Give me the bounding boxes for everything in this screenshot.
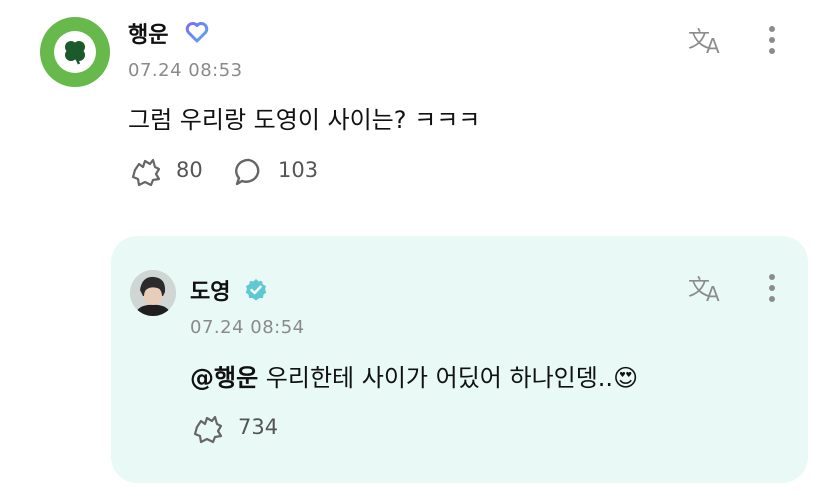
author-name[interactable]: 도영 <box>190 274 230 306</box>
comment-icon[interactable] <box>232 155 266 189</box>
like-icon[interactable] <box>190 412 226 446</box>
like-count: 80 <box>176 158 203 182</box>
translate-icon[interactable]: 文 A <box>684 270 728 306</box>
translate-icon[interactable]: 文 A <box>684 22 728 58</box>
post-text: 그럼 우리랑 도영이 사이는? ㅋㅋㅋ <box>128 106 481 134</box>
author-name[interactable]: 행운 <box>128 17 168 49</box>
timestamp: 07.24 08:53 <box>128 60 243 81</box>
comment-count: 103 <box>278 158 319 182</box>
more-options-icon[interactable] <box>762 270 782 306</box>
verified-check-icon <box>244 278 268 306</box>
reply-text: @행운 우리한테 사이가 어딨어 하나인뎅..😍 <box>190 358 638 393</box>
svg-text:A: A <box>706 282 720 303</box>
mention-link[interactable]: @행운 <box>190 364 258 392</box>
heart-eyes-emoji: 😍 <box>613 364 639 392</box>
like-count: 734 <box>238 415 279 439</box>
like-icon[interactable] <box>128 155 164 189</box>
avatar[interactable] <box>130 270 176 316</box>
avatar[interactable] <box>40 17 110 87</box>
timestamp: 07.24 08:54 <box>190 317 305 338</box>
more-options-icon[interactable] <box>762 22 782 58</box>
svg-text:A: A <box>706 34 720 55</box>
clover-icon <box>54 31 96 73</box>
heart-outline-badge-icon <box>185 21 209 47</box>
reply-body: 우리한테 사이가 어딨어 하나인뎅.. <box>258 364 614 392</box>
